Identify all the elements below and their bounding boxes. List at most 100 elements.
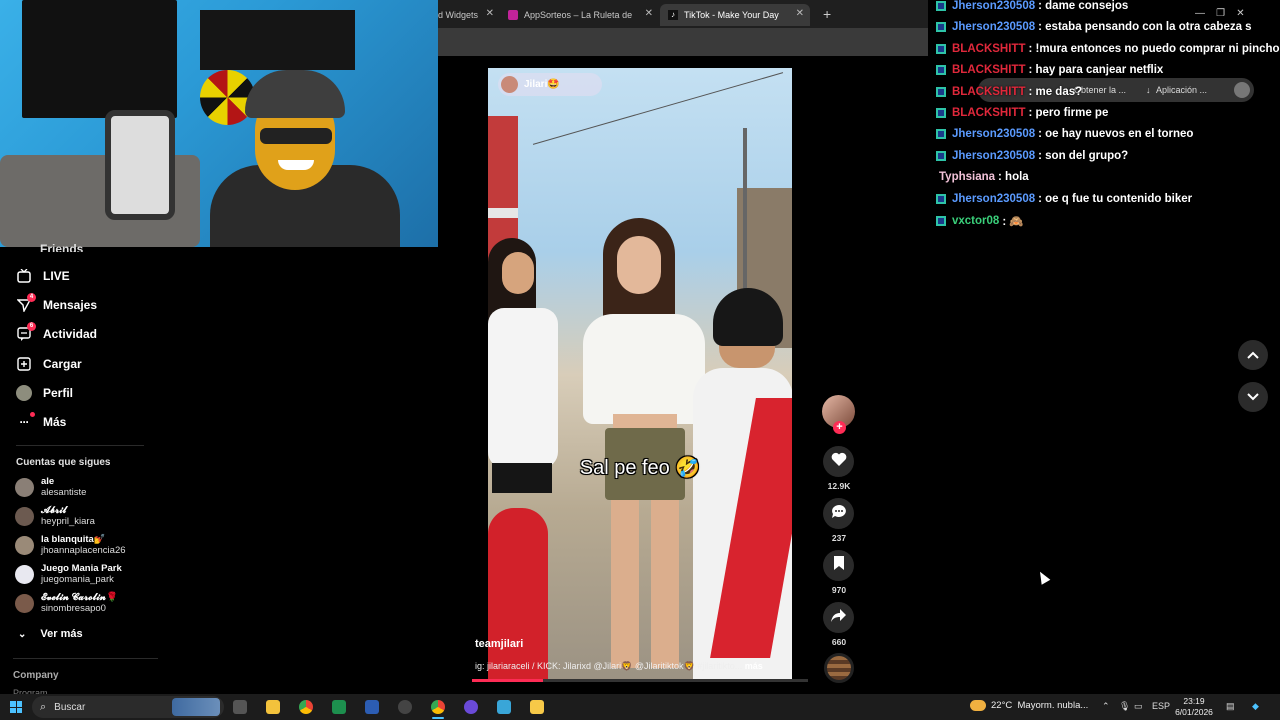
nav-item-messages[interactable]: 4 Mensajes — [16, 293, 97, 313]
tab-widgets[interactable]: d Widgets ✕ — [438, 4, 494, 26]
account-name: ale — [41, 476, 55, 487]
app-icon[interactable] — [365, 700, 379, 714]
chat-username: Jherson230508 — [952, 0, 1036, 12]
battery-icon[interactable]: ▭ — [1134, 701, 1143, 712]
taskbar-clock[interactable]: 23:19 6/01/2026 — [1170, 696, 1218, 718]
chrome-icon[interactable] — [299, 700, 313, 714]
chat-badge-icon — [936, 108, 946, 118]
active-app-indicator — [432, 717, 444, 719]
address-bar[interactable] — [438, 28, 928, 56]
chat-badge-icon — [936, 1, 946, 11]
weather-temp: 22°C — [991, 700, 1013, 711]
chat-message: BLACKSHITT: me das? — [936, 86, 1082, 98]
windows-start-icon[interactable] — [10, 701, 22, 713]
app-icon[interactable] — [497, 700, 511, 714]
shirt — [488, 308, 558, 468]
messages-badge: 4 — [27, 293, 36, 302]
chat-username: BLACKSHITT — [952, 42, 1026, 55]
partly-cloudy-icon — [970, 700, 986, 711]
sheets-icon[interactable] — [332, 700, 346, 714]
discord-icon[interactable] — [464, 700, 478, 714]
obs-icon[interactable] — [398, 700, 412, 714]
weather-widget[interactable]: 22°C Mayorm. nubla... — [970, 700, 1088, 711]
chat-badge-icon — [936, 150, 946, 161]
clock-date: 6/01/2026 — [1175, 707, 1213, 717]
video-caption: Sal pe feo 🤣 — [579, 457, 701, 479]
tab-appsorteos[interactable]: AppSorteos – La Ruleta de la S... ✕ — [508, 4, 653, 26]
see-more-button[interactable]: ⌄ Ver más — [18, 628, 83, 640]
video-progress-bar[interactable] — [472, 679, 808, 682]
follow-plus-button[interactable]: + — [833, 421, 846, 434]
face — [617, 236, 661, 294]
minimize-icon[interactable]: — — [1195, 8, 1205, 19]
save-button[interactable] — [823, 550, 854, 581]
nav-item-activity[interactable]: 6 Actividad — [16, 322, 97, 342]
previous-video-button[interactable] — [1238, 340, 1268, 370]
following-item[interactable]: 𝓐𝓫𝓻𝓲𝓵 heypril_kiara — [15, 505, 95, 528]
tab-title: AppSorteos – La Ruleta de la S... — [524, 10, 634, 20]
nav-item-label: Más — [43, 415, 67, 429]
avatar — [15, 565, 34, 584]
avatar[interactable] — [1234, 82, 1250, 98]
next-video-button[interactable] — [1238, 382, 1268, 412]
chat-message: Typhsiana: hola — [936, 171, 1029, 183]
comment-button[interactable] — [823, 498, 854, 529]
creator-tag[interactable]: Jilari🤩 — [498, 73, 602, 96]
copilot-icon[interactable]: ◆ — [1252, 701, 1259, 712]
video-author[interactable]: teamjilari — [475, 638, 523, 650]
notification-icon[interactable]: ▤ — [1226, 701, 1235, 712]
nav-item-label: Cargar — [43, 357, 82, 371]
footer-company-link[interactable]: Company — [13, 670, 59, 681]
nav-item-upload[interactable]: Cargar — [16, 356, 82, 372]
close-icon[interactable]: ✕ — [645, 8, 653, 19]
close-icon[interactable]: ✕ — [796, 8, 804, 19]
avatar — [15, 594, 34, 613]
task-view-icon[interactable] — [233, 700, 247, 714]
browser-tab-bar: d Widgets ✕ AppSorteos – La Ruleta de la… — [438, 0, 928, 28]
taskbar-search[interactable]: ⌕ Buscar — [32, 696, 224, 718]
video-description: ig: jilariaraceli / KICK: Jilarixd @Jila… — [475, 661, 785, 672]
plus-icon[interactable]: + — [823, 6, 831, 22]
video-player[interactable]: Jilari🤩 Sal pe feo 🤣 — [488, 68, 792, 682]
share-button[interactable] — [823, 602, 854, 633]
upload-icon — [16, 356, 32, 372]
chat-text: : !mura entonces no puedo comprar ni pin… — [1028, 42, 1280, 55]
chrome-profile-icon[interactable] — [431, 700, 445, 714]
chat-message: Jherson230508: estaba pensando con la ot… — [936, 21, 1252, 33]
music-disc[interactable] — [824, 653, 854, 683]
nav-item-live[interactable]: LIVE — [16, 268, 70, 284]
chat-text: : 🙈 — [1002, 216, 1024, 228]
close-icon[interactable]: ✕ — [486, 8, 494, 19]
following-item[interactable]: la blanquita💅 jhoannaplacencia26 — [15, 534, 126, 557]
chat-username: vxctor08 — [952, 215, 1000, 227]
following-item[interactable]: Juego Mania Park juegomania_park — [15, 563, 122, 586]
webcam-overlay — [0, 0, 438, 247]
windows-taskbar: ⌕ Buscar 22°C Mayorm. nubla... ⌃ 🎙 ▭ ESP… — [0, 694, 1280, 720]
creator-tag-label: Jilari🤩 — [524, 79, 560, 90]
following-item[interactable]: ale alesantiste — [15, 476, 86, 499]
microphone-icon[interactable]: 🎙 — [1119, 701, 1130, 712]
nav-item-friends-partial[interactable]: Friends — [40, 242, 83, 252]
extension-item-2[interactable]: Aplicación ... — [1156, 85, 1207, 95]
restore-icon[interactable]: ❐ — [1216, 8, 1225, 19]
store-icon[interactable] — [266, 700, 280, 714]
file-explorer-icon[interactable] — [530, 700, 544, 714]
chat-message: Jherson230508: oe q fue tu contenido bik… — [936, 193, 1192, 205]
video-progress-fill — [472, 679, 543, 682]
description-text: ig: jilariaraceli / KICK: Jilarixd @Jila… — [475, 661, 743, 671]
language-indicator[interactable]: ESP — [1152, 701, 1170, 711]
webcam-tv — [22, 0, 177, 118]
chat-text: : hay para canjear netflix — [1028, 64, 1164, 77]
tiktok-favicon: ♪ — [668, 10, 678, 20]
avatar — [15, 536, 34, 555]
like-button[interactable] — [823, 446, 854, 477]
tab-tiktok[interactable]: ♪ TikTok - Make Your Day ✕ — [660, 4, 810, 26]
following-item[interactable]: 𝓔𝓿𝓮𝓵𝓲𝓷 𝓒𝓪𝓻𝓸𝓵𝓲𝓷🌹 sinombresapo0 — [15, 592, 118, 615]
description-more-button[interactable]: más — [745, 661, 763, 671]
chevron-up-icon[interactable]: ⌃ — [1102, 701, 1110, 712]
close-icon[interactable]: ✕ — [1236, 8, 1244, 19]
more-dot — [30, 412, 35, 417]
chevron-down-icon — [1247, 388, 1259, 406]
nav-item-profile[interactable]: Perfil — [16, 385, 73, 401]
nav-item-more[interactable]: ··· Más — [16, 412, 67, 430]
